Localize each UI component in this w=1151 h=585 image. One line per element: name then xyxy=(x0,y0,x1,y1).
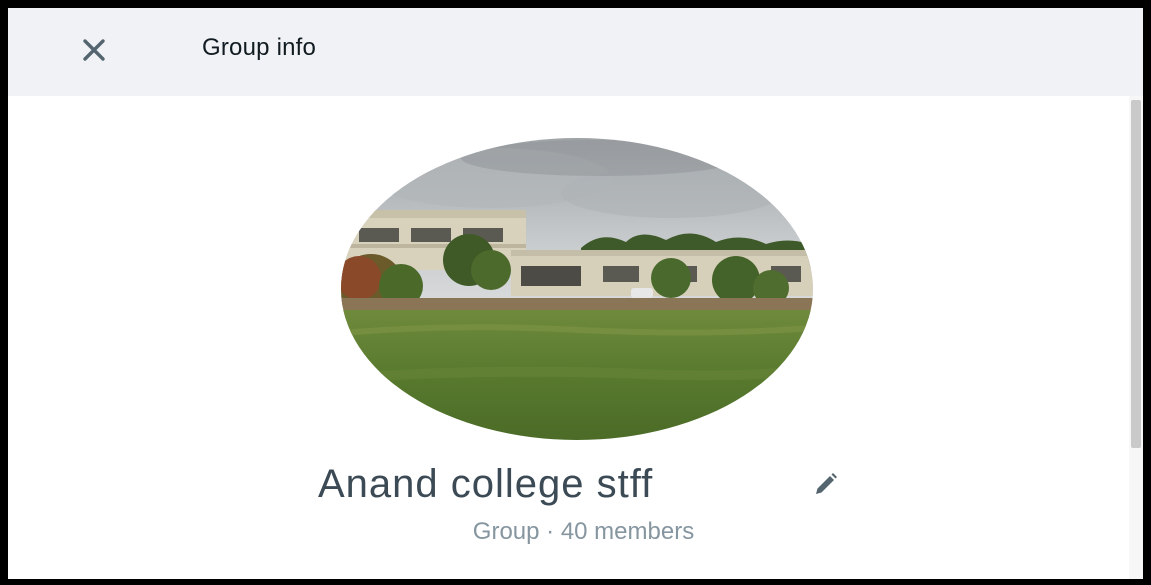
panel-title: Group info xyxy=(202,34,317,61)
panel-header: Group info xyxy=(8,8,1143,96)
pencil-icon xyxy=(816,473,837,494)
group-avatar[interactable] xyxy=(341,138,813,440)
close-icon xyxy=(83,39,105,61)
group-name: Anand college stff xyxy=(318,462,654,506)
group-photo xyxy=(341,138,813,440)
group-member-count: Group · 40 members xyxy=(472,518,695,545)
close-button[interactable] xyxy=(74,30,114,70)
group-info-panel: Group info Anand college stff Group · 40… xyxy=(8,8,1143,579)
edit-name-button[interactable] xyxy=(808,468,842,502)
scrollbar-thumb[interactable] xyxy=(1131,100,1141,448)
group-name-row: Anand college stff xyxy=(8,460,1143,516)
